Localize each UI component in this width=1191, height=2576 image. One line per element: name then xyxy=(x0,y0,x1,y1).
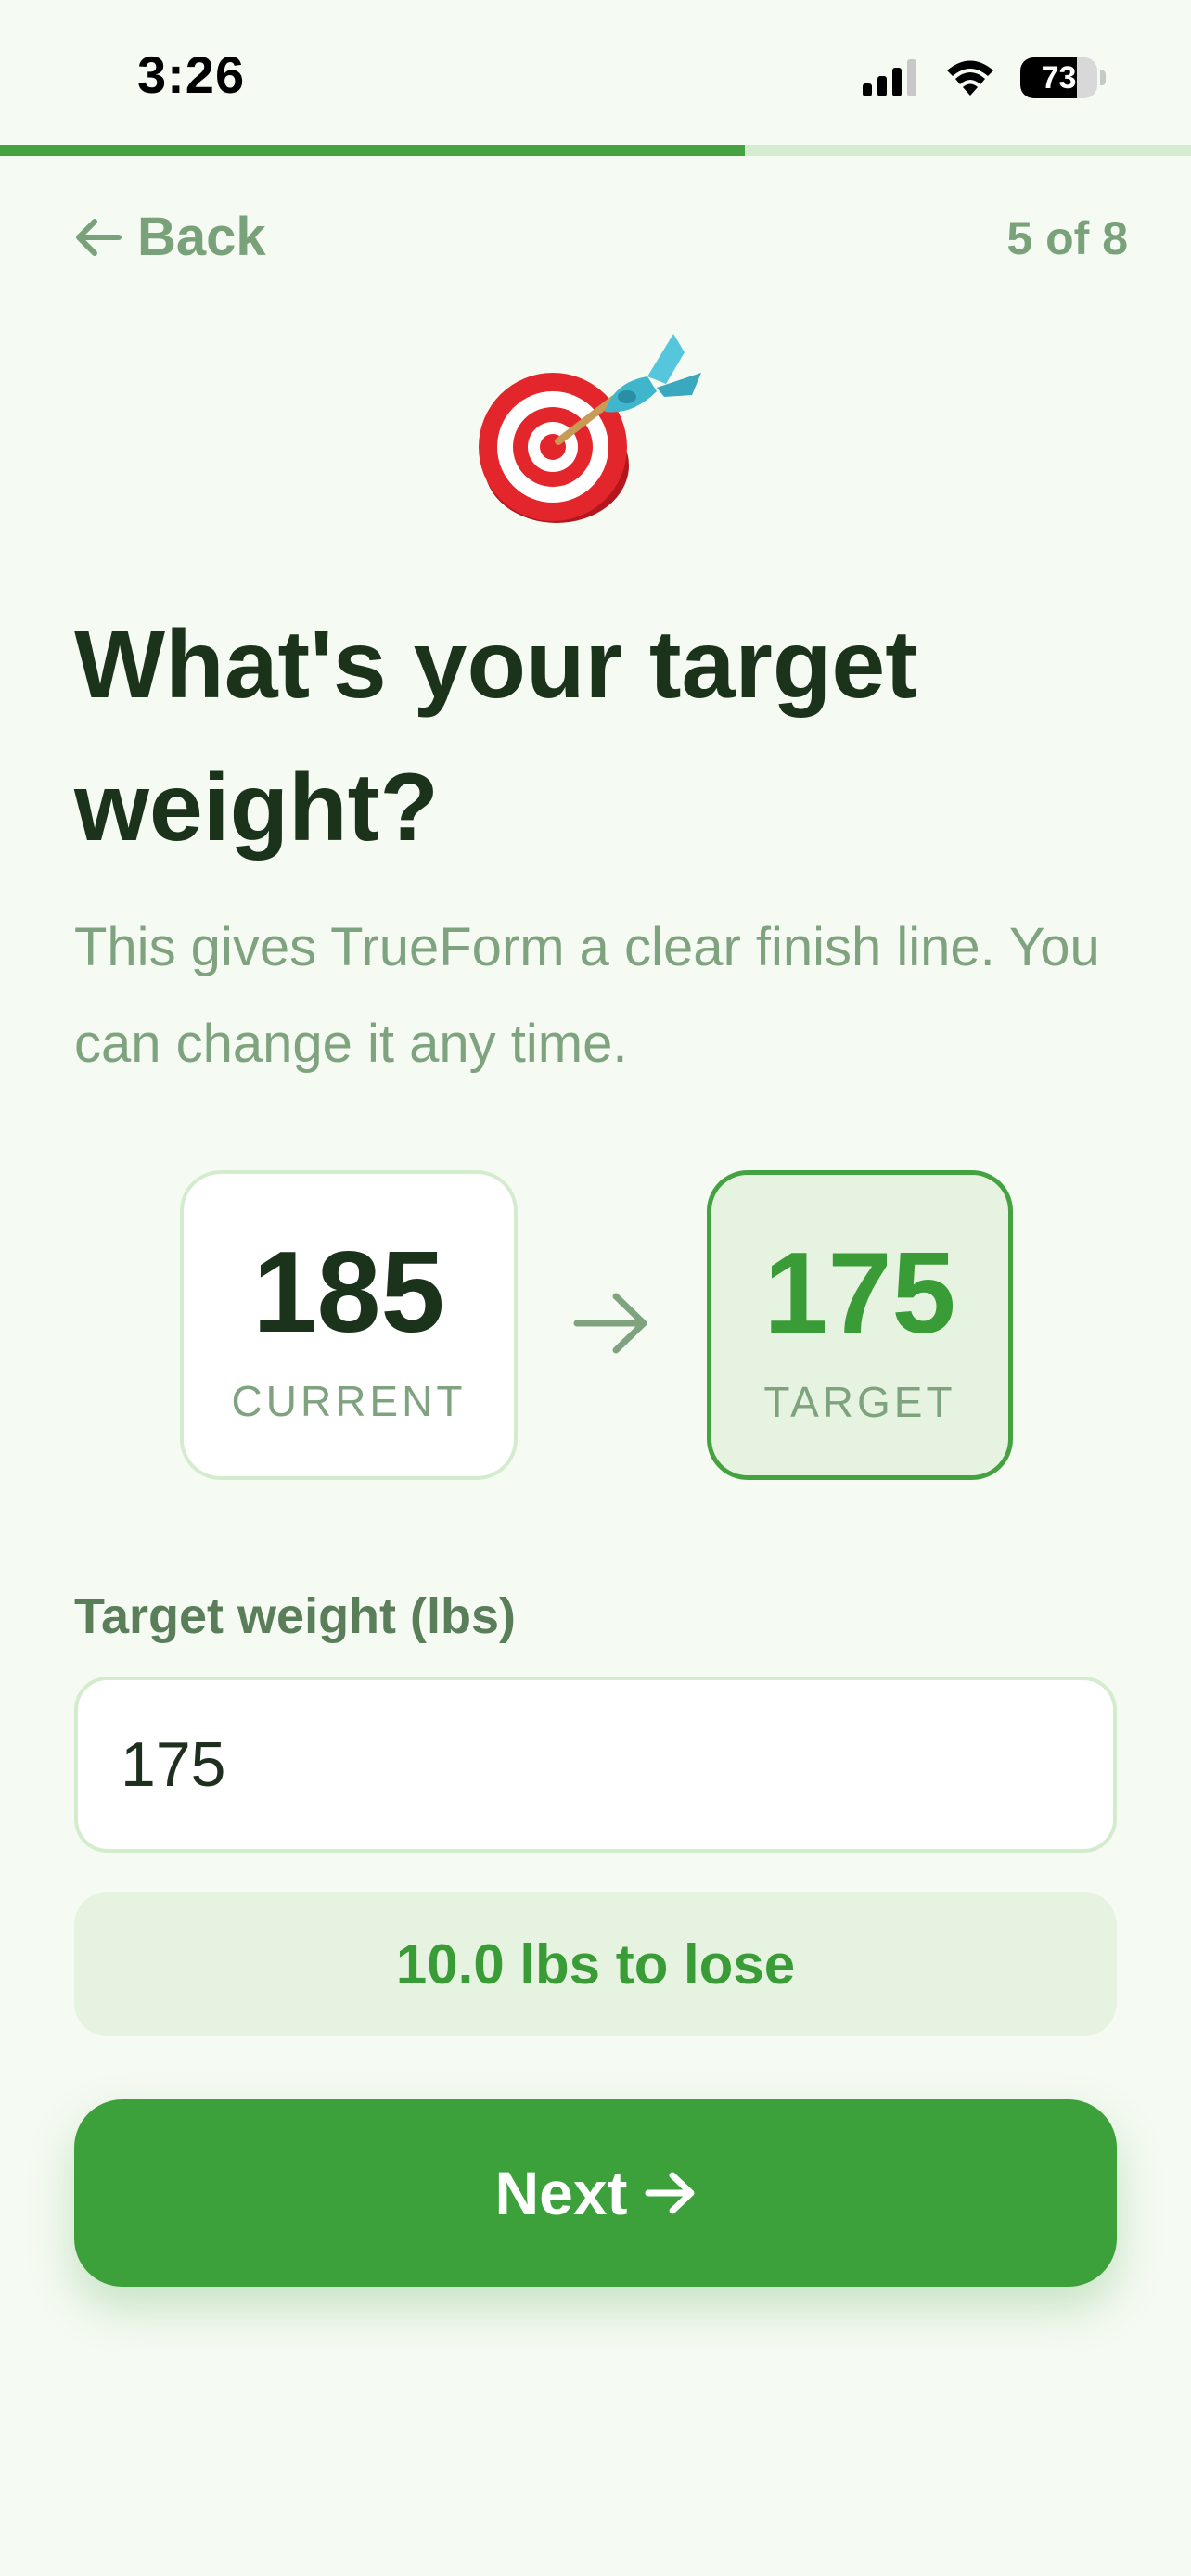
status-time: 3:26 xyxy=(137,45,246,104)
arrow-right-icon xyxy=(645,2172,695,2214)
weight-difference-banner: 10.0 lbs to lose xyxy=(74,1892,1117,2036)
status-bar: 3:26 73 xyxy=(0,0,1191,139)
current-weight-card: 185 CURRENT xyxy=(180,1170,518,1480)
status-icons: 73 xyxy=(863,57,1106,98)
weight-difference-text: 10.0 lbs to lose xyxy=(395,1932,796,1996)
page-subtitle: This gives TrueForm a clear finish line.… xyxy=(74,917,1100,1074)
onboarding-progress-bar xyxy=(0,145,1191,156)
back-button[interactable]: Back xyxy=(74,206,266,268)
target-weight-card: 175 TARGET xyxy=(707,1170,1013,1480)
cellular-signal-icon xyxy=(863,59,916,96)
page-title: What's your target weight? xyxy=(74,611,917,861)
battery-level: 73 xyxy=(1041,59,1077,96)
target-dart-icon xyxy=(479,334,701,523)
next-button[interactable]: Next xyxy=(74,2099,1117,2287)
progress-fill xyxy=(0,145,745,156)
arrow-right-icon xyxy=(573,1293,647,1354)
arrow-left-icon xyxy=(76,218,122,256)
current-weight-label: CURRENT xyxy=(231,1377,467,1425)
target-weight-input[interactable] xyxy=(74,1677,1117,1853)
current-weight-value: 185 xyxy=(252,1229,445,1357)
wifi-icon xyxy=(947,60,993,96)
target-weight-value: 175 xyxy=(763,1230,956,1358)
target-weight-field-label: Target weight (lbs) xyxy=(74,1588,517,1644)
battery-icon: 73 xyxy=(1020,57,1106,98)
target-weight-label: TARGET xyxy=(763,1378,956,1426)
next-button-label: Next xyxy=(494,2159,628,2227)
step-counter: 5 of 8 xyxy=(1006,212,1128,264)
back-label: Back xyxy=(137,207,266,267)
